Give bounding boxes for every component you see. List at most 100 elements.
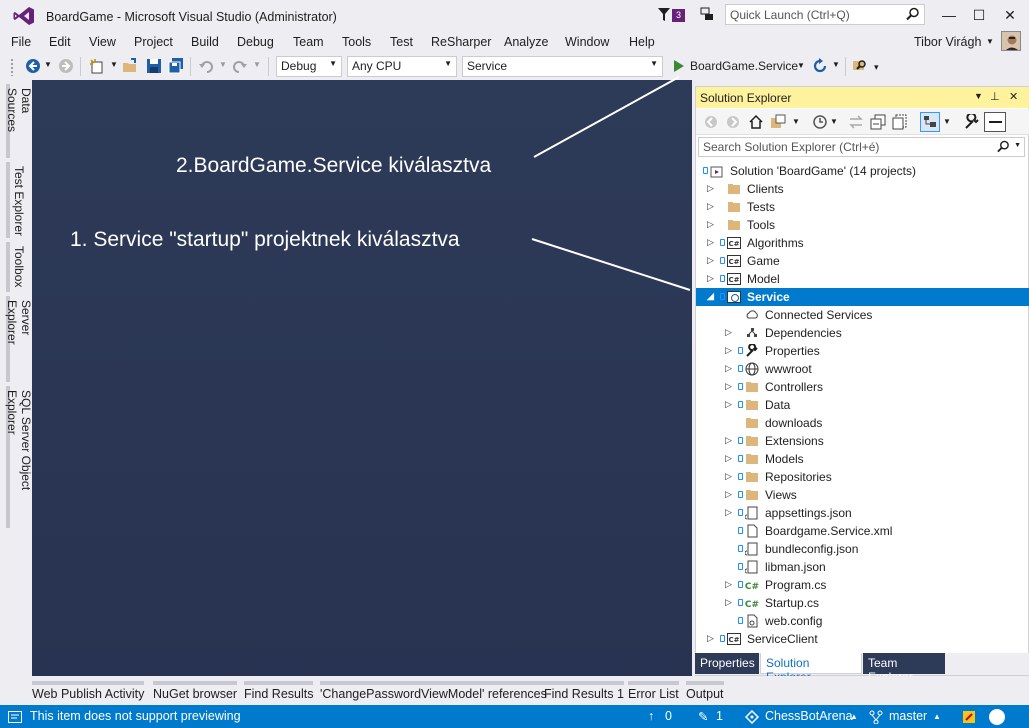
expand-arrow-icon[interactable]: ▷ [725,345,732,356]
tree-item-bundleconfig-json[interactable]: bundleconfig.json [696,540,1029,558]
side-tab-test-explorer[interactable]: Test Explorer [6,162,28,238]
avatar[interactable] [1001,31,1021,51]
collapse-all-icon[interactable] [870,114,886,130]
platform-select[interactable]: Any CPU ▼ [347,56,457,77]
expand-arrow-icon[interactable]: ▷ [707,633,714,644]
tree-item-tools[interactable]: ▷ Tools [696,216,1029,234]
menu-help[interactable]: Help [629,35,655,49]
side-tab-server-explorer[interactable]: Server Explorer [5,296,33,382]
tree-item-model[interactable]: ▷ C# Model [696,270,1029,288]
expand-arrow-icon[interactable]: ▷ [725,399,732,410]
open-file-icon[interactable] [122,58,138,74]
tab-find-results[interactable]: Find Results [244,681,314,701]
tree-item-web-config[interactable]: web.config [696,612,1029,630]
pending-changes-filter-icon[interactable] [812,114,828,130]
tab-solution-explorer[interactable]: Solution Explorer [760,653,862,684]
expanded-arrow-icon[interactable]: ◢ [707,291,714,302]
window-position-icon[interactable]: ▼ [974,91,983,101]
user-name[interactable]: Tibor Virágh [914,35,981,49]
minimize-button[interactable]: — [934,4,964,26]
close-icon[interactable]: ✕ [1009,90,1018,103]
toolbar-overflow-icon[interactable]: ▾ [874,62,879,73]
side-tab-data-sources[interactable]: Data Sources [5,84,33,158]
navigate-back-icon[interactable] [25,58,41,74]
switch-views-icon[interactable] [770,114,786,130]
expand-arrow-icon[interactable]: ▷ [707,219,714,230]
tree-item-serviceclient[interactable]: ▷ C# ServiceClient [696,630,1029,648]
tree-item-extensions[interactable]: ▷ Extensions [696,432,1029,450]
chevron-down-icon[interactable]: ▼ [792,117,800,126]
tree-item-connected-services[interactable]: Connected Services [696,306,1029,324]
expand-arrow-icon[interactable]: ▷ [725,327,732,338]
tree-item-boardgame-service-xml[interactable]: Boardgame.Service.xml [696,522,1029,540]
tree-item-repositories[interactable]: ▷ Repositories [696,468,1029,486]
expand-arrow-icon[interactable]: ▷ [707,237,714,248]
solution-explorer-title-bar[interactable]: Solution Explorer ▼ ⊥ ✕ [696,87,1029,108]
chevron-down-icon[interactable]: ▼ [44,60,52,69]
tree-item-algorithms[interactable]: ▷ C# Algorithms [696,234,1029,252]
notification-flag-icon[interactable] [658,8,670,22]
menu-file[interactable]: File [11,35,31,49]
tab-output[interactable]: Output [686,681,724,701]
expand-arrow-icon[interactable]: ▷ [707,183,714,194]
tree-item-service[interactable]: ◢ Service [696,288,1029,306]
tree-item-tests[interactable]: ▷ Tests [696,198,1029,216]
feedback-icon[interactable] [700,7,714,21]
show-all-files-icon[interactable] [892,114,908,130]
chevron-down-icon[interactable]: ▼ [830,117,838,126]
tree-item-wwwroot[interactable]: ▷ wwwroot [696,360,1029,378]
find-in-files-icon[interactable] [852,58,868,74]
expand-arrow-icon[interactable]: ▷ [725,489,732,500]
maximize-button[interactable]: ☐ [964,4,994,26]
home-icon[interactable] [748,114,764,130]
refresh-icon[interactable] [812,58,828,74]
expand-arrow-icon[interactable]: ▷ [725,453,732,464]
expand-arrow-icon[interactable]: ▷ [725,597,732,608]
tree-item-game[interactable]: ▷ C# Game [696,252,1029,270]
new-project-icon[interactable] [89,58,105,74]
startup-project-select[interactable]: Service ▼ [462,56,663,77]
branch-name[interactable]: master [889,709,927,723]
properties-wrench-icon[interactable] [964,114,980,130]
chevron-down-icon[interactable]: ▼ [253,60,261,69]
tree-item-views[interactable]: ▷ Views [696,486,1029,504]
pending-changes-count[interactable]: 1 [716,709,723,723]
close-button[interactable]: ✕ [995,4,1025,26]
tree-item-dependencies[interactable]: ▷ Dependencies [696,324,1029,342]
menu-tools[interactable]: Tools [342,35,371,49]
branch-icon[interactable] [869,710,883,724]
menu-analyze[interactable]: Analyze [504,35,548,49]
configuration-select[interactable]: Debug ▼ [276,56,342,77]
expand-arrow-icon[interactable]: ▷ [707,201,714,212]
menu-edit[interactable]: Edit [49,35,71,49]
side-tab-sql-server-object-explorer[interactable]: SQL Server Object Explorer [5,386,33,528]
menu-build[interactable]: Build [191,35,219,49]
tree-item-properties[interactable]: ▷ Properties [696,342,1029,360]
search-icon[interactable] [997,140,1010,153]
quick-launch-input[interactable]: Quick Launch (Ctrl+Q) [725,4,925,25]
preview-pane-icon[interactable] [984,112,1006,132]
tab-references[interactable]: 'ChangePasswordViewModel' references [320,681,547,701]
chevron-down-icon[interactable]: ▼ [832,60,840,69]
notification-count-badge[interactable]: 3 [672,9,685,22]
repository-icon[interactable] [745,710,759,724]
save-all-icon[interactable] [168,58,184,74]
chevron-down-icon[interactable]: ▼ [219,60,227,69]
tab-error-list[interactable]: Error List [628,681,679,701]
forward-icon[interactable] [726,115,740,129]
tab-team-explorer[interactable]: Team Explorer [863,653,945,684]
tree-item-downloads[interactable]: downloads [696,414,1029,432]
side-tab-toolbox[interactable]: Toolbox [6,242,28,292]
preview-selected-items-icon[interactable] [920,112,940,132]
menu-test[interactable]: Test [390,35,413,49]
menu-view[interactable]: View [89,35,116,49]
menu-window[interactable]: Window [565,35,609,49]
menu-project[interactable]: Project [134,35,173,49]
expand-arrow-icon[interactable]: ▷ [707,273,714,284]
tab-properties[interactable]: Properties [695,653,759,674]
tree-item-appsettings-json[interactable]: ▷ appsettings.json [696,504,1029,522]
menu-debug[interactable]: Debug [237,35,274,49]
tab-nuget-browser[interactable]: NuGet browser [153,681,238,701]
navigate-forward-icon[interactable] [58,58,74,74]
tab-find-results-1[interactable]: Find Results 1 [544,681,624,701]
